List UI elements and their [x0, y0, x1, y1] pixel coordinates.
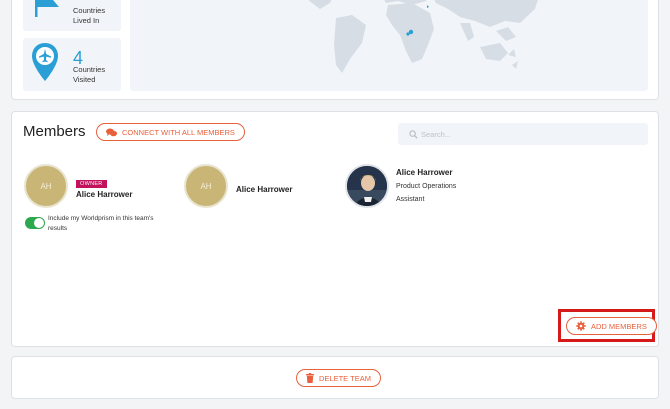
add-members-button[interactable]: ADD MEMBERS: [566, 317, 657, 335]
world-map[interactable]: [130, 0, 648, 91]
trash-icon: [306, 373, 314, 383]
stat-countries-visited: 4 Countries Visited: [23, 38, 121, 91]
member-role: Product Operations Assistant: [396, 183, 457, 203]
flag-icon: [35, 0, 59, 17]
connect-all-members-label: CONNECT WITH ALL MEMBERS: [122, 127, 235, 137]
members-card: Members CONNECT WITH ALL MEMBERS AH OWNE…: [11, 111, 659, 347]
stat-visited-label: Countries Visited: [73, 65, 106, 84]
include-worldprism-label: Include my Worldprism in this team's res…: [48, 215, 154, 232]
members-title: Members: [23, 123, 86, 140]
include-worldprism-toggle[interactable]: [25, 217, 45, 229]
stats-card: 3 Countries Lived In 4 Countries Visited: [11, 0, 659, 100]
search-icon: [409, 129, 418, 139]
location-pin-plane-icon: [32, 43, 58, 81]
avatar[interactable]: AH: [24, 164, 68, 208]
connect-all-members-button[interactable]: CONNECT WITH ALL MEMBERS: [96, 123, 245, 141]
member-name[interactable]: Alice Harrower: [236, 185, 292, 194]
stat-countries-lived: 3 Countries Lived In: [23, 0, 121, 31]
member-name[interactable]: Alice Harrower: [396, 168, 452, 177]
delete-team-label: DELETE TEAM: [319, 373, 371, 383]
avatar-photo[interactable]: [345, 164, 389, 208]
delete-team-card: DELETE TEAM: [11, 356, 659, 399]
delete-team-button[interactable]: DELETE TEAM: [296, 369, 381, 387]
member-card: AH Alice Harrower: [184, 164, 324, 209]
member-card: Alice Harrower Product Operations Assist…: [345, 164, 495, 214]
chat-bubbles-icon: [106, 128, 117, 136]
member-search[interactable]: [398, 123, 648, 145]
world-map-graphic: [308, 0, 538, 73]
toggle-knob: [34, 218, 44, 228]
avatar[interactable]: AH: [184, 164, 228, 208]
add-members-label: ADD MEMBERS: [591, 321, 647, 331]
member-name[interactable]: Alice Harrower: [76, 190, 132, 199]
stat-lived-label: Countries Lived In: [73, 6, 106, 25]
profile-photo: [347, 166, 387, 206]
search-input[interactable]: [421, 129, 641, 139]
gear-icon: [576, 321, 586, 331]
owner-badge: OWNER: [76, 180, 107, 188]
member-card: AH OWNER Alice Harrower: [24, 164, 164, 209]
stat-lived-number: 3: [73, 0, 83, 1]
